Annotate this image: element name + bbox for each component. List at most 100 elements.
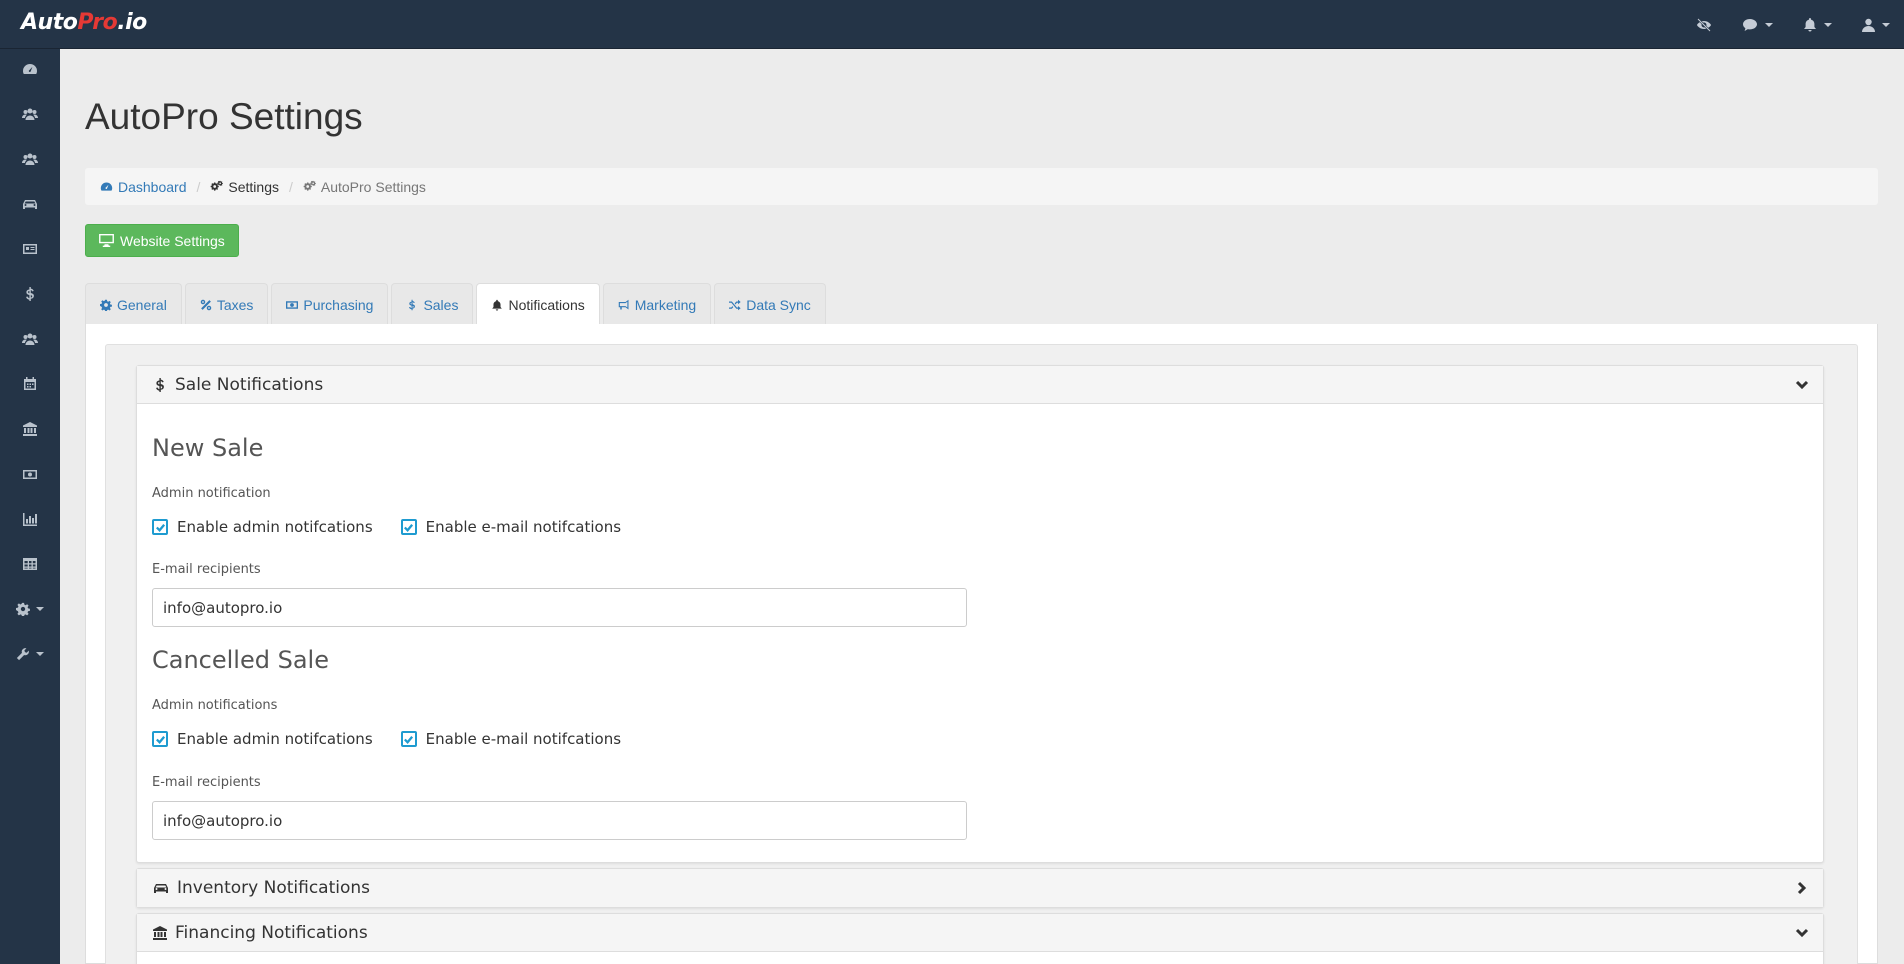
sidebar-item-sales[interactable] <box>0 276 60 312</box>
logo-text-accent: Pro <box>77 10 118 35</box>
website-settings-button[interactable]: Website Settings <box>85 224 239 257</box>
eye-slash-icon <box>1697 17 1711 32</box>
chevron-down-icon <box>1795 380 1809 390</box>
random-icon <box>729 299 741 310</box>
dollar-icon <box>26 287 34 301</box>
chevron-down-icon <box>36 652 44 656</box>
breadcrumb-dashboard[interactable]: Dashboard <box>100 179 187 195</box>
users-icon <box>22 108 38 120</box>
sidebar-item-dashboard[interactable] <box>0 51 60 87</box>
tab-general-label: General <box>117 296 167 313</box>
tab-general[interactable]: General <box>85 283 182 325</box>
app-logo[interactable]: AutoPro.io <box>21 10 147 35</box>
sale-notifications-header[interactable]: Sale Notifications <box>137 366 1823 404</box>
tab-notifications[interactable]: Notifications <box>476 283 600 325</box>
check-icon <box>404 735 414 744</box>
dollar-icon <box>409 299 416 310</box>
sidebar-item-tables[interactable] <box>0 546 60 582</box>
breadcrumb-dashboard-label: Dashboard <box>118 178 187 195</box>
notifications-dropdown[interactable] <box>1803 17 1832 32</box>
users-icon <box>22 153 38 165</box>
tab-sales[interactable]: Sales <box>391 283 474 325</box>
checkbox-box[interactable] <box>152 731 168 747</box>
sidebar-item-financing[interactable] <box>0 411 60 447</box>
desktop-icon <box>99 234 114 247</box>
new-sale-admin-label: Enable admin notifcations <box>177 518 373 536</box>
new-sale-heading: New Sale <box>152 434 264 462</box>
visibility-toggle[interactable] <box>1696 17 1712 32</box>
cancelled-sale-email-checkbox[interactable]: Enable e-mail notifcations <box>400 730 621 748</box>
tab-notifications-label: Notifications <box>508 296 585 313</box>
new-sale-admin-checkbox[interactable]: Enable admin notifcations <box>152 518 373 536</box>
dollar-icon <box>156 377 164 392</box>
checkbox-box[interactable] <box>400 731 417 747</box>
sidebar-item-payments[interactable] <box>0 456 60 492</box>
page-title: AutoPro Settings <box>85 96 363 137</box>
dashboard-icon <box>100 182 113 191</box>
tab-taxes-label: Taxes <box>216 296 254 313</box>
check-icon <box>404 523 414 532</box>
cancelled-sale-heading: Cancelled Sale <box>152 646 329 674</box>
sidebar-item-contacts[interactable] <box>0 141 60 177</box>
inventory-notifications-header[interactable]: Inventory Notifications <box>137 869 1823 907</box>
tab-marketing[interactable]: Marketing <box>602 283 712 325</box>
bell-icon <box>492 299 503 311</box>
sidebar-item-leads[interactable] <box>0 231 60 267</box>
notifications-well: Sale Notifications New Sale Admin notifi… <box>105 344 1858 964</box>
tab-taxes[interactable]: Taxes <box>184 283 269 325</box>
id-card-icon <box>23 244 37 254</box>
percent-icon <box>200 299 212 310</box>
sidebar-item-inventory[interactable] <box>0 186 60 222</box>
sidebar-item-settings[interactable] <box>0 591 60 627</box>
bank-icon <box>23 422 37 436</box>
new-sale-recipients-input[interactable] <box>152 588 967 627</box>
sidebar-item-staff[interactable] <box>0 321 60 357</box>
checkbox-box[interactable] <box>152 519 168 535</box>
check-icon <box>155 735 165 744</box>
financing-notifications-header[interactable]: Financing Notifications <box>137 914 1823 952</box>
money-icon <box>23 470 37 479</box>
sale-notifications-title: Sale Notifications <box>175 374 324 395</box>
logo-text-suffix: .io <box>117 10 147 35</box>
chevron-right-icon <box>1797 881 1807 895</box>
tab-data-sync[interactable]: Data Sync <box>714 283 826 325</box>
new-sale-email-checkbox[interactable]: Enable e-mail notifcations <box>400 518 622 536</box>
new-sale-email-label: Enable e-mail notifcations <box>425 518 622 536</box>
car-icon <box>23 200 37 209</box>
tab-marketing-label: Marketing <box>634 296 697 313</box>
chevron-down-icon <box>1824 22 1832 27</box>
breadcrumb-settings[interactable]: Settings <box>210 179 279 195</box>
table-icon <box>23 558 37 570</box>
tab-sales-label: Sales <box>423 296 459 313</box>
tab-data-sync-label: Data Sync <box>746 296 811 313</box>
breadcrumb-separator: / <box>288 178 293 195</box>
user-menu-dropdown[interactable] <box>1862 18 1890 32</box>
messages-dropdown[interactable] <box>1742 18 1773 32</box>
inventory-notifications-title: Inventory Notifications <box>177 878 371 898</box>
breadcrumb-settings-label: Settings <box>228 178 279 195</box>
wrench-icon <box>16 648 29 661</box>
bell-icon <box>1804 18 1816 32</box>
sidebar-item-tools[interactable] <box>0 636 60 672</box>
sale-notifications-panel: Sale Notifications New Sale Admin notifi… <box>136 365 1824 863</box>
checkbox-box[interactable] <box>400 519 417 535</box>
bank-icon <box>153 925 167 940</box>
sidebar-item-customers[interactable] <box>0 96 60 132</box>
cancelled-sale-admin-checkbox[interactable]: Enable admin notifcations <box>152 730 373 748</box>
breadcrumb: Dashboard / Settings / AutoPro Settings <box>85 168 1878 205</box>
inventory-notifications-panel: Inventory Notifications <box>136 868 1824 908</box>
chevron-down-icon <box>1765 22 1773 27</box>
gears-icon <box>303 180 316 191</box>
financing-notifications-panel: Financing Notifications <box>136 913 1824 964</box>
cancelled-sale-recipients-input[interactable] <box>152 801 967 840</box>
users-icon <box>22 333 38 345</box>
cancelled-sale-recipients-label: E-mail recipients <box>152 775 261 790</box>
tab-purchasing[interactable]: Purchasing <box>271 283 389 325</box>
car-icon <box>154 884 168 893</box>
new-sale-recipients-label: E-mail recipients <box>152 562 261 577</box>
sidebar-item-reports[interactable] <box>0 501 60 537</box>
sidebar-item-calendar[interactable] <box>0 366 60 402</box>
tab-purchasing-label: Purchasing <box>303 296 374 313</box>
chevron-down-icon <box>1882 22 1890 27</box>
chevron-down-icon <box>36 607 44 611</box>
